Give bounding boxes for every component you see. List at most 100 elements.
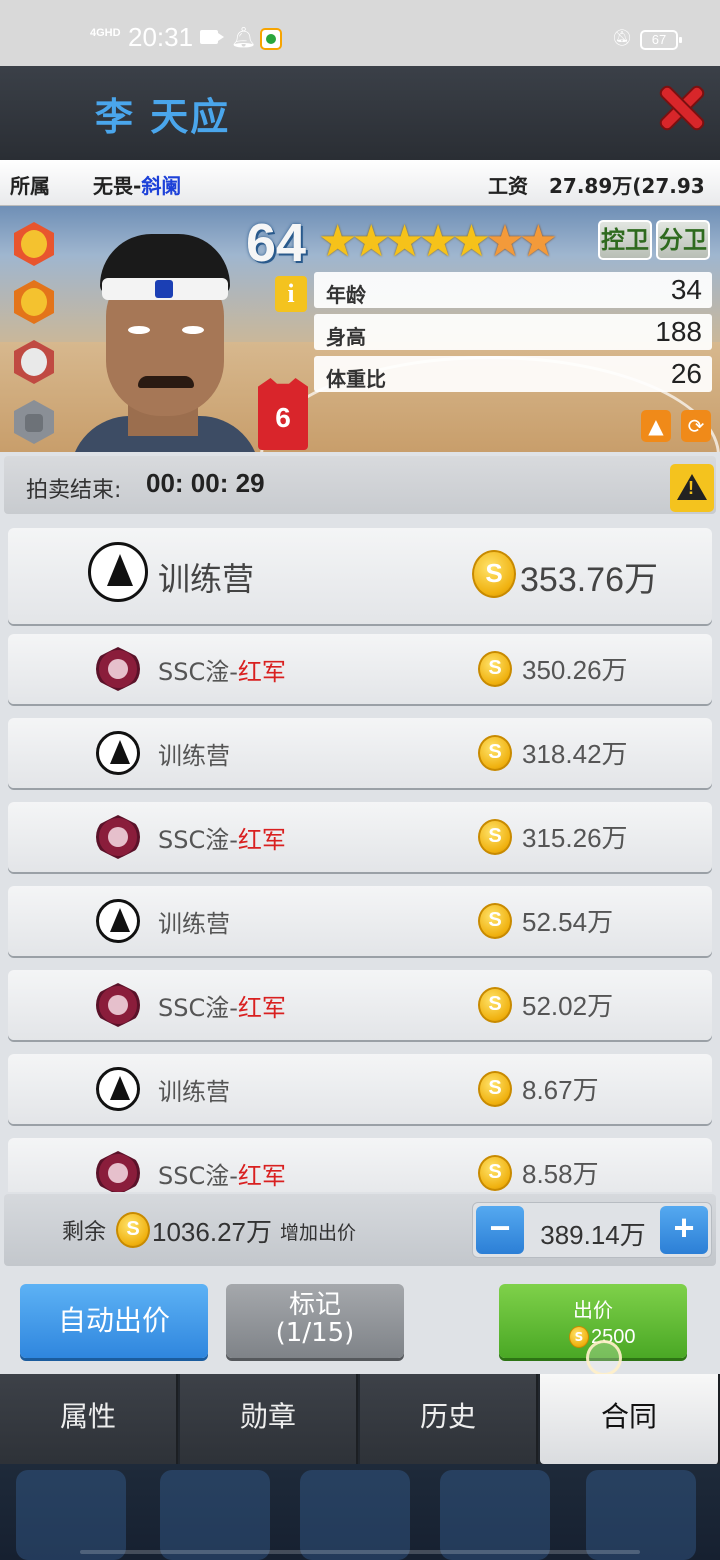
team-name: SSC淦- <box>158 658 238 686</box>
clock: 20:31 <box>128 22 194 52</box>
coin-icon: S <box>116 1212 150 1248</box>
remaining-value: 1036.27万 <box>152 1217 272 1247</box>
fist-badge-icon[interactable] <box>14 222 54 266</box>
status-bar: 4GHD 20:31 🔔︎ 🔕︎ 67 <box>0 0 720 66</box>
training-camp-icon <box>88 542 148 602</box>
bid-team: SSC淦-红军 <box>158 988 286 1023</box>
team-name: SSC淦- <box>158 994 238 1022</box>
foot-badge-icon[interactable] <box>14 280 54 324</box>
training-camp-icon <box>96 1067 140 1111</box>
bid-amount: 8.67万 <box>522 1075 599 1105</box>
player-name: 李 天应 <box>95 95 231 139</box>
coin-icon: S <box>478 1155 512 1191</box>
red-army-icon <box>96 815 140 859</box>
bottom-tabs: 属性 勋章 历史 合同 <box>0 1374 720 1464</box>
bid-controls: 剩余 S 1036.27万 增加出价 − 389.14万 + <box>4 1194 716 1266</box>
info-icon[interactable]: i <box>275 276 307 312</box>
close-icon[interactable] <box>658 82 704 136</box>
team-name-red: 红军 <box>237 826 286 854</box>
team-name: 斜阑 <box>141 174 182 198</box>
tab-history[interactable]: 历史 <box>360 1374 538 1464</box>
bid-amount: 52.54万 <box>522 907 614 937</box>
bid-row: SSC淦-红军 S 315.26万 <box>8 802 712 872</box>
red-army-icon <box>96 647 140 691</box>
tab-medals[interactable]: 勋章 <box>180 1374 358 1464</box>
bid-team: 训练营 <box>158 904 230 939</box>
refresh-icon[interactable]: ⟳ <box>681 410 711 442</box>
battery-icon: 67 <box>640 30 682 50</box>
red-army-icon <box>96 983 140 1027</box>
touch-indicator <box>586 1340 622 1376</box>
nav-item <box>440 1470 550 1560</box>
bid-amount: 315.26万 <box>522 823 628 853</box>
star-full-icon: ★★★★★ <box>318 216 491 267</box>
stat-label: 身高 <box>326 325 366 349</box>
camera-icon <box>200 30 224 44</box>
bid-row: 训练营 S 8.67万 <box>8 1054 712 1124</box>
team-name: SSC淦- <box>158 1162 238 1190</box>
position-badge-pg: 控卫 <box>598 220 652 260</box>
lock-badge-icon[interactable] <box>14 400 54 444</box>
minus-button[interactable]: − <box>476 1206 524 1254</box>
stat-label: 年龄 <box>326 283 366 307</box>
team-name-red: 红军 <box>237 994 286 1022</box>
timer-value: 00: 00: 29 <box>146 468 265 498</box>
bid-team: 训练营 <box>158 1072 230 1107</box>
player-rating: 64 <box>246 213 307 273</box>
training-camp-icon <box>96 731 140 775</box>
nav-item <box>300 1470 410 1560</box>
coin-icon: S <box>472 550 516 598</box>
bid-row: SSC淦-红军 S 52.02万 <box>8 970 712 1040</box>
coin-icon: S <box>478 819 512 855</box>
bid-amount: 318.42万 <box>522 739 628 769</box>
home-indicator[interactable] <box>80 1550 640 1554</box>
bid-amount-value: 389.14万 <box>540 1220 646 1250</box>
bid-amount: 8.58万 <box>522 1159 599 1189</box>
star-rating: ★★★★★★★ <box>318 220 558 264</box>
player-card: 6 64 ★★★★★★★ 控卫 分卫 i 年龄 34 身高 188 体重比 26… <box>0 206 720 452</box>
mark-button[interactable]: 标记 (1/15) <box>226 1284 404 1358</box>
stat-age: 年龄 34 <box>314 272 712 308</box>
stat-value: 188 <box>655 316 702 347</box>
training-camp-icon <box>96 899 140 943</box>
mute-icon: 🔕︎ <box>612 30 633 47</box>
auction-panel: 拍卖结束: 00: 00: 29 训练营 S 353.76万 SSC淦-红军 S… <box>0 452 720 1376</box>
bid-amount: 52.02万 <box>522 991 614 1021</box>
team-name: 训练营 <box>158 910 230 938</box>
tab-attributes[interactable]: 属性 <box>0 1374 178 1464</box>
star-half-icon: ★★ <box>485 216 558 267</box>
auto-bid-button[interactable]: 自动出价 <box>20 1284 208 1358</box>
coin-icon: S <box>478 1071 512 1107</box>
position-badge-sg: 分卫 <box>656 220 710 260</box>
affiliation-label: 所属 <box>10 174 50 198</box>
info-row: 所属 无畏-斜阑 工资 27.89万(27.93万) <box>0 160 720 227</box>
team-name: SSC淦- <box>158 826 238 854</box>
bell-icon: 🔔︎ <box>231 27 257 49</box>
warning-icon[interactable] <box>670 464 714 512</box>
team-name: 训练营 <box>158 560 255 598</box>
bid-row: 训练营 S 353.76万 <box>8 528 712 624</box>
bid-row: SSC淦-红军 S 350.26万 <box>8 634 712 704</box>
tab-contract[interactable]: 合同 <box>540 1374 720 1464</box>
bid-row: 训练营 S 318.42万 <box>8 718 712 788</box>
team-name-red: 红军 <box>237 1162 286 1190</box>
hand-badge-icon[interactable] <box>14 340 54 384</box>
bid-team: SSC淦-红军 <box>158 820 286 855</box>
coin-icon: S <box>478 651 512 687</box>
stat-weight-ratio: 体重比 26 <box>314 356 712 392</box>
timer-label: 拍卖结束: <box>26 478 122 503</box>
plus-button[interactable]: + <box>660 1206 708 1254</box>
bid-amount: 353.76万 <box>520 561 658 599</box>
fire-icon[interactable]: ▲ <box>641 410 671 442</box>
bid-team: SSC淦-红军 <box>158 1156 286 1191</box>
stat-height: 身高 188 <box>314 314 712 350</box>
bid-team: 训练营 <box>158 554 254 600</box>
team-name-red: 红军 <box>237 658 286 686</box>
coin-icon: S <box>569 1326 589 1348</box>
increase-bid-label: 增加出价 <box>280 1222 357 1244</box>
nav-item <box>160 1470 270 1560</box>
bid-list[interactable]: 训练营 S 353.76万 SSC淦-红军 S 350.26万 训练营 S 31… <box>0 528 720 1192</box>
salary-label: 工资 <box>488 174 528 198</box>
bid-team: SSC淦-红军 <box>158 652 286 687</box>
bid-team: 训练营 <box>158 736 230 771</box>
